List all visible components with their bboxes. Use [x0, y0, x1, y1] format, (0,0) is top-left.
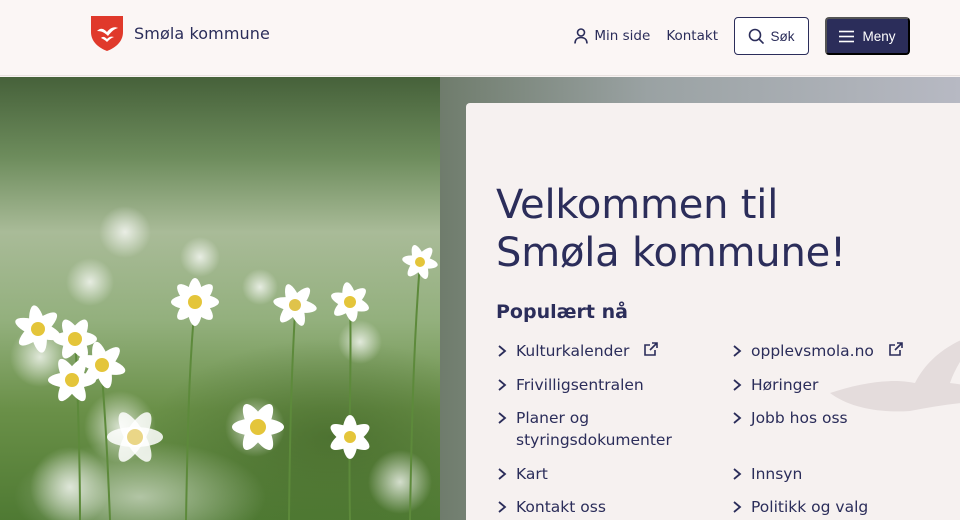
link-label-line1: Planer og	[516, 409, 590, 427]
kontakt-link[interactable]: Kontakt	[666, 17, 718, 55]
link-label: Planer og styringsdokumenter	[516, 407, 672, 451]
kontakt-label: Kontakt	[666, 28, 718, 44]
chevron-right-icon	[733, 379, 742, 391]
site-header: Smøla kommune Min side Kontakt Søk Meny	[0, 0, 960, 76]
person-icon	[574, 28, 589, 44]
link-label: Kontakt oss	[516, 498, 606, 516]
popular-now-title: Populært nå	[496, 301, 628, 323]
search-button[interactable]: Søk	[734, 17, 809, 55]
welcome-card: Velkommen til Smøla kommune! Populært nå…	[466, 103, 960, 520]
link-opplevsmola[interactable]: opplevsmola.no	[731, 340, 904, 362]
link-politikk-og-valg[interactable]: Politikk og valg	[731, 496, 868, 518]
link-label-line2: styringsdokumenter	[516, 431, 672, 449]
hamburger-icon	[839, 30, 855, 42]
search-icon	[749, 28, 765, 44]
link-jobb-hos-oss[interactable]: Jobb hos oss	[731, 407, 848, 429]
chevron-right-icon	[498, 412, 507, 424]
chevron-right-icon	[733, 468, 742, 480]
link-label: Jobb hos oss	[751, 409, 848, 427]
chevron-right-icon	[733, 501, 742, 513]
link-horinger[interactable]: Høringer	[731, 374, 818, 396]
main-nav: Min side Kontakt Søk Meny	[574, 17, 910, 55]
chevron-right-icon	[498, 501, 507, 513]
link-kontakt-oss[interactable]: Kontakt oss	[496, 496, 606, 518]
menu-label: Meny	[862, 28, 896, 44]
daisy-field-illustration	[10, 206, 438, 520]
chevron-right-icon	[733, 412, 742, 424]
link-label: Høringer	[751, 376, 819, 394]
menu-button[interactable]: Meny	[825, 17, 910, 55]
link-kulturkalender[interactable]: Kulturkalender	[496, 340, 659, 362]
min-side-label: Min side	[594, 28, 651, 44]
link-label: Kart	[516, 465, 548, 483]
link-label: Politikk og valg	[751, 498, 869, 516]
welcome-heading: Velkommen til Smøla kommune!	[496, 181, 846, 277]
link-label: opplevsmola.no	[751, 342, 874, 360]
chevron-right-icon	[733, 345, 742, 357]
link-label: Kulturkalender	[516, 342, 630, 360]
link-innsyn[interactable]: Innsyn	[731, 463, 802, 485]
chevron-right-icon	[498, 379, 507, 391]
chevron-right-icon	[498, 345, 507, 357]
brand-name: Smøla kommune	[134, 23, 270, 43]
link-frivilligsentralen[interactable]: Frivilligsentralen	[496, 374, 644, 396]
external-link-icon	[644, 342, 659, 356]
chevron-right-icon	[498, 468, 507, 480]
search-label: Søk	[770, 28, 795, 44]
min-side-link[interactable]: Min side	[574, 17, 650, 55]
welcome-heading-line1: Velkommen til	[496, 182, 779, 228]
link-planer-og-styringsdokumenter[interactable]: Planer og styringsdokumenter	[496, 407, 672, 451]
external-link-icon	[889, 342, 903, 356]
link-kart[interactable]: Kart	[496, 463, 548, 485]
municipality-shield-logo	[91, 16, 123, 51]
link-label: Frivilligsentralen	[516, 376, 644, 394]
welcome-heading-line2: Smøla kommune!	[496, 230, 846, 276]
link-label: Innsyn	[751, 465, 803, 483]
home-logo-link[interactable]: Smøla kommune	[90, 14, 270, 52]
